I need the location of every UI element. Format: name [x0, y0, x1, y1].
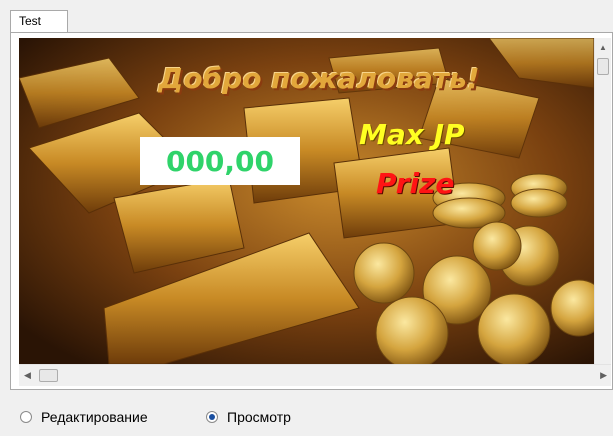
- welcome-heading: Добро пожаловать!: [158, 62, 480, 95]
- scroll-left-icon[interactable]: ◀: [24, 370, 31, 381]
- jackpot-value-box: 000,00: [140, 137, 300, 185]
- prize-label: Prize: [376, 167, 455, 200]
- tab-test[interactable]: Test: [10, 10, 68, 32]
- vertical-scrollbar[interactable]: ▲: [594, 38, 611, 364]
- radio-edit-mode-indicator[interactable]: [20, 411, 32, 423]
- radio-view-mode-label: Просмотр: [227, 409, 291, 425]
- radio-edit-mode-label: Редактирование: [41, 409, 148, 425]
- scroll-right-icon[interactable]: ▶: [600, 370, 607, 381]
- radio-edit-mode[interactable]: Редактирование: [20, 409, 148, 425]
- horizontal-scrollbar[interactable]: ◀ ▶: [19, 364, 611, 386]
- radio-view-mode-indicator[interactable]: [206, 411, 218, 423]
- tab-test-label: Test: [19, 14, 42, 28]
- jackpot-value: 000,00: [165, 144, 275, 178]
- horizontal-scroll-thumb[interactable]: [39, 369, 58, 382]
- scroll-up-icon[interactable]: ▲: [599, 43, 607, 52]
- max-jp-label: Max JP: [359, 118, 465, 151]
- preview-viewport: Добро пожаловать! 000,00 Max JP Prize: [19, 38, 594, 364]
- radio-view-mode[interactable]: Просмотр: [206, 409, 291, 425]
- vertical-scroll-thumb[interactable]: [597, 58, 609, 75]
